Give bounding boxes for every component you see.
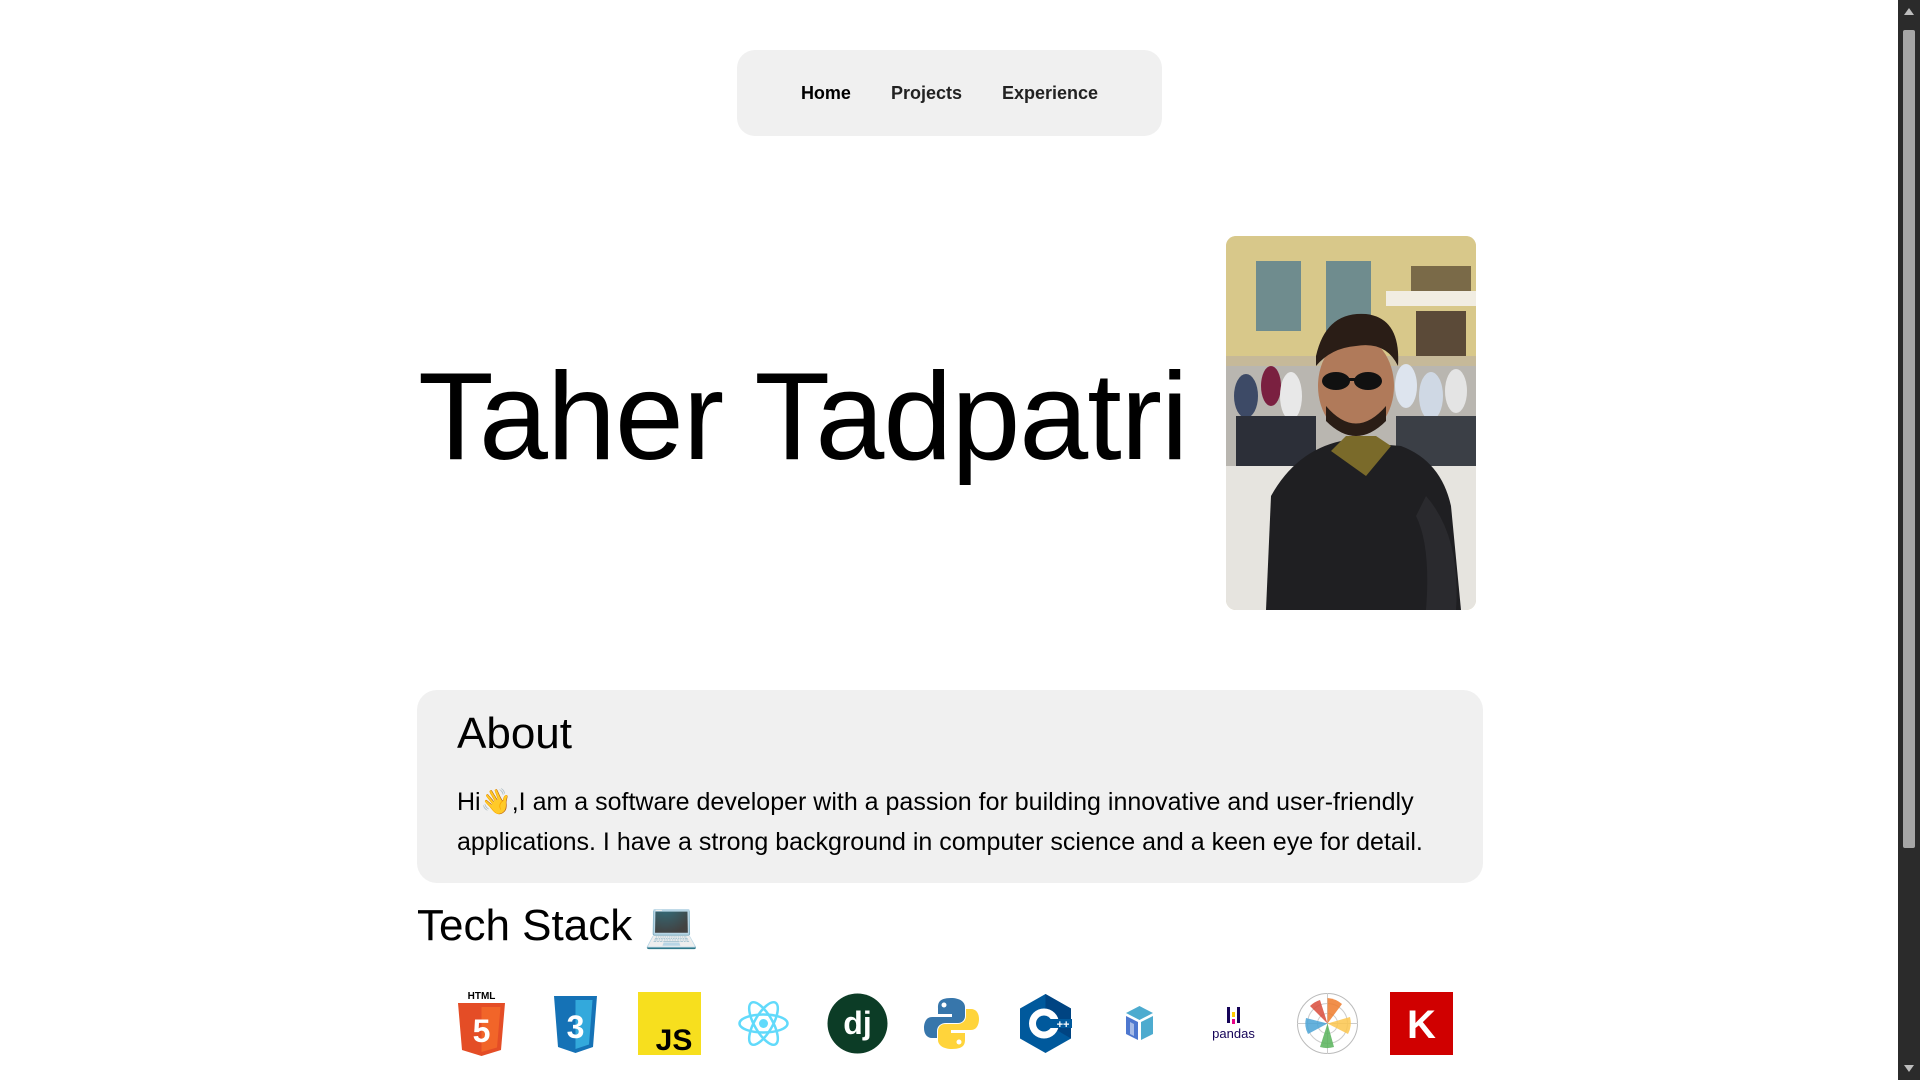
css3-icon: 3 [544, 992, 607, 1055]
svg-text:HTML: HTML [468, 991, 496, 1002]
top-nav: Home Projects Experience [737, 50, 1162, 136]
page: Home Projects Experience Taher Tadpatri [0, 0, 1920, 1080]
svg-text:pandas: pandas [1212, 1026, 1255, 1041]
nav-projects-link[interactable]: Projects [891, 83, 962, 104]
svg-text:5: 5 [473, 1013, 491, 1049]
scroll-down-arrow-icon[interactable] [1904, 1065, 1914, 1072]
svg-text:JS: JS [656, 1024, 693, 1055]
react-icon [732, 992, 795, 1055]
scrollbar-thumb[interactable] [1903, 30, 1915, 848]
svg-text:++: ++ [1057, 1019, 1070, 1031]
scroll-up-arrow-icon[interactable] [1904, 8, 1914, 15]
svg-text:3: 3 [567, 1009, 585, 1045]
tech-stack-icons: HTML 5 3 JS dj ++ pandas K [450, 991, 1453, 1060]
django-icon: dj [826, 992, 889, 1055]
hero-name: Taher Tadpatri [418, 348, 1189, 486]
about-title: About [457, 709, 572, 758]
numpy-icon [1108, 992, 1171, 1055]
nav-home-link[interactable]: Home [801, 83, 851, 104]
about-text: Hi👋,I am a software developer with a pas… [457, 788, 1423, 857]
svg-text:K: K [1407, 1003, 1436, 1047]
keras-icon: K [1390, 992, 1453, 1055]
matplotlib-icon [1296, 992, 1359, 1055]
cplusplus-icon: ++ [1014, 992, 1077, 1055]
profile-photo [1226, 236, 1476, 610]
tech-stack-title: Tech Stack 💻 [417, 901, 700, 950]
pandas-icon: pandas [1202, 992, 1265, 1055]
profile-photo-image [1226, 236, 1476, 610]
vertical-scrollbar[interactable] [1898, 0, 1920, 1080]
nav-experience-link[interactable]: Experience [1002, 83, 1098, 104]
svg-text:dj: dj [843, 1005, 871, 1041]
javascript-icon: JS [638, 992, 701, 1055]
python-icon [920, 992, 983, 1055]
about-section: About Hi👋,I am a software developer with… [417, 690, 1483, 883]
html5-icon: HTML 5 [450, 991, 513, 1056]
